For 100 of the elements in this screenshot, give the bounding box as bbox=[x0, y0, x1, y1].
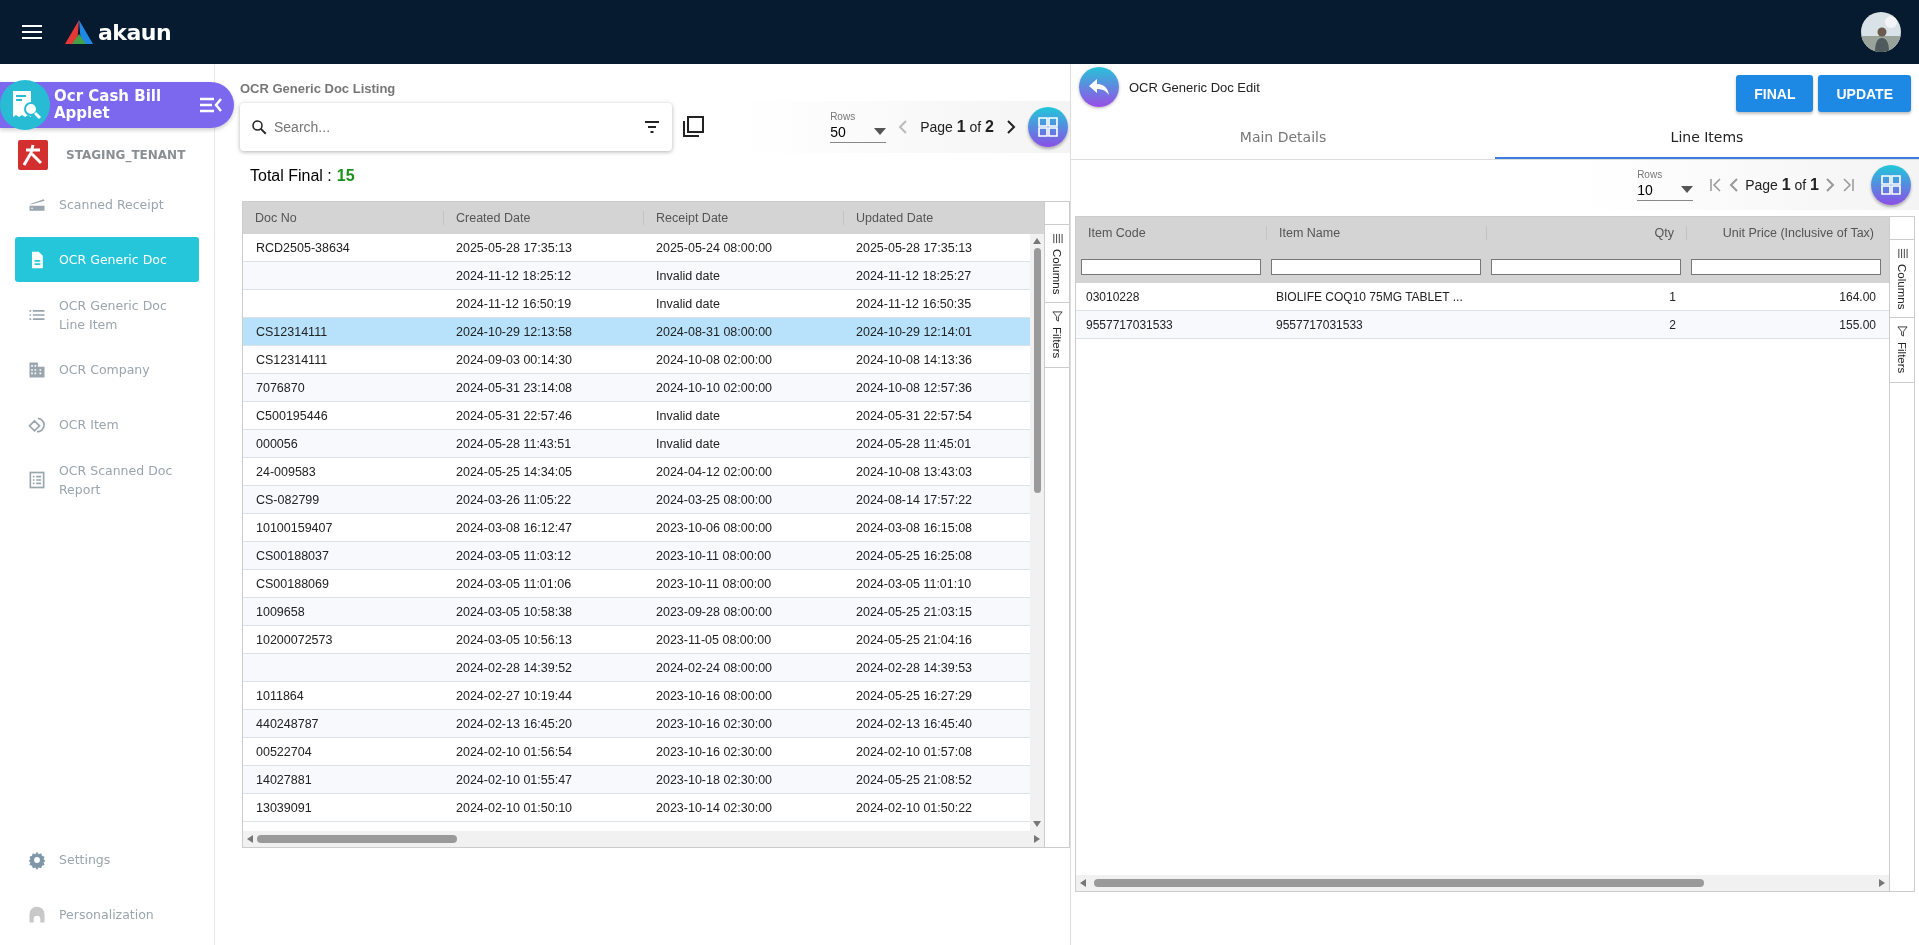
stacked-pages-icon[interactable] bbox=[682, 116, 704, 138]
table-row[interactable]: 1009658 2024-03-05 10:58:38 2023-09-28 08:00:00 2024-05-25 21:03:15 bbox=[243, 598, 1030, 626]
filter-icon bbox=[1896, 326, 1908, 338]
table-cell-text: 2024-03-26 11:05:22 bbox=[455, 492, 573, 507]
scroll-left-icon[interactable] bbox=[247, 835, 253, 843]
scroll-right-icon[interactable] bbox=[1034, 835, 1040, 843]
table-cell-text: 2024-05-25 21:04:16 bbox=[855, 632, 974, 647]
horizontal-scrollbar[interactable] bbox=[243, 831, 1044, 847]
columns-icon bbox=[1896, 248, 1908, 259]
table-cell-text: 2025-05-24 08:00:00 bbox=[655, 240, 774, 255]
column-header[interactable]: Created Date bbox=[443, 211, 643, 225]
table-cell-text: 7076870 bbox=[255, 380, 306, 395]
column-filter-field[interactable] bbox=[1271, 258, 1481, 275]
app-title: Ocr Cash Bill Applet bbox=[54, 88, 163, 122]
table-cell-text: 2023-10-16 02:30:00 bbox=[655, 716, 774, 731]
table-cell-text: 2024-11-12 16:50:19 bbox=[455, 296, 573, 311]
table-cell-text: 9557717031533 bbox=[1085, 317, 1174, 332]
column-header[interactable]: Qty bbox=[1486, 226, 1686, 240]
table-cell-text: 2024-03-08 16:15:08 bbox=[855, 520, 974, 535]
vertical-scrollbar[interactable] bbox=[1030, 234, 1044, 831]
table-row[interactable]: 2024-11-12 18:25:12 Invalid date 2024-11-12 18:25:27 bbox=[243, 262, 1030, 290]
table-row[interactable]: 000056 2024-05-28 11:43:51 Invalid date 2024-05-28 11:45:01 bbox=[243, 430, 1030, 458]
table-cell-text: 2024-05-31 23:14:08 bbox=[455, 380, 574, 395]
columns-icon bbox=[1051, 233, 1063, 244]
table-cell-text: 2023-09-28 08:00:00 bbox=[655, 604, 774, 619]
search-icon bbox=[250, 118, 268, 136]
table-row[interactable]: CS-082799 2024-03-26 11:05:22 2024-03-25 08:00:00 2024-08-14 17:57:22 bbox=[243, 486, 1030, 514]
table-cell-text: 2024-10-08 14:13:36 bbox=[855, 352, 974, 367]
grid-icon bbox=[1879, 173, 1903, 197]
table-cell-text: 2024-11-12 18:25:12 bbox=[455, 268, 573, 283]
table-row[interactable]: 14027881 2024-02-10 01:55:47 2023-10-18 02:30:00 2024-05-25 21:08:52 bbox=[243, 766, 1030, 794]
search-field[interactable]: Search... bbox=[272, 118, 640, 136]
column-filter-field[interactable] bbox=[1491, 258, 1681, 275]
first-page-icon[interactable] bbox=[1709, 177, 1724, 193]
rows-select[interactable]: 50 bbox=[830, 122, 887, 143]
tab[interactable]: Main Details bbox=[1071, 117, 1495, 159]
table-cell-text: 24-009583 bbox=[255, 464, 317, 479]
table-cell-text: CS12314111 bbox=[255, 324, 329, 339]
tenant-logo-icon bbox=[18, 140, 48, 170]
last-page-icon[interactable] bbox=[1841, 177, 1855, 193]
column-header[interactable]: Updated Date bbox=[843, 211, 1043, 225]
table-row[interactable]: CS12314111 2024-10-29 12:13:58 2024-08-31 08:00:00 2024-10-29 12:14:01 bbox=[243, 318, 1030, 346]
table-cell-text: 2024-03-05 11:01:10 bbox=[855, 576, 973, 591]
column-filter-field[interactable] bbox=[1691, 258, 1881, 275]
scroll-up-icon[interactable] bbox=[1033, 238, 1041, 244]
table-cell-text: 13039091 bbox=[255, 800, 313, 815]
grid-icon bbox=[1036, 115, 1060, 139]
table-cell-text: 2024-02-10 01:55:47 bbox=[455, 772, 574, 787]
scrollbar-thumb[interactable] bbox=[257, 835, 457, 843]
table-row[interactable]: 440248787 2024-02-13 16:45:20 2023-10-16 02:30:00 2024-02-13 16:45:40 bbox=[243, 710, 1030, 738]
table-cell-text: 00522704 bbox=[255, 744, 313, 759]
table-cell-text: 2023-10-16 08:00:00 bbox=[655, 688, 774, 703]
scrollbar-thumb[interactable] bbox=[1033, 248, 1041, 493]
table-cell-text: Invalid date bbox=[655, 296, 721, 311]
menu-icon[interactable] bbox=[22, 24, 42, 40]
action-button[interactable]: FINAL bbox=[1736, 75, 1814, 112]
table-cell-text: 2024-03-25 08:00:00 bbox=[655, 492, 774, 507]
table-cell-text: Invalid date bbox=[655, 436, 721, 451]
table-cell-text: 2024-10-08 02:00:00 bbox=[655, 352, 774, 367]
scroll-right-icon[interactable] bbox=[1879, 879, 1885, 887]
table-cell-text: 2024-11-12 18:25:27 bbox=[855, 268, 973, 283]
table-cell-text: 2023-10-11 08:00:00 bbox=[655, 548, 773, 563]
table-cell-text: 2024-02-13 16:45:20 bbox=[455, 716, 574, 731]
column-filter-field[interactable] bbox=[1081, 258, 1261, 275]
scroll-left-icon[interactable] bbox=[1080, 879, 1086, 887]
scroll-down-icon[interactable] bbox=[1033, 821, 1041, 827]
table-cell-text: 2025-05-28 17:35:13 bbox=[455, 240, 574, 255]
action-button[interactable]: UPDATE bbox=[1818, 75, 1911, 112]
rows-select[interactable]: 10 bbox=[1637, 180, 1694, 201]
table-row[interactable]: 2024-02-28 14:39:52 2024-02-24 08:00:00 2024-02-28 14:39:53 bbox=[243, 654, 1030, 682]
grid-view-button[interactable] bbox=[1871, 165, 1911, 205]
grid-view-button[interactable] bbox=[1028, 107, 1068, 147]
report-icon bbox=[27, 469, 47, 490]
column-header[interactable]: Item Code bbox=[1076, 226, 1266, 240]
filter-icon[interactable] bbox=[644, 121, 660, 133]
column-header[interactable]: Receipt Date bbox=[643, 211, 843, 225]
table-cell-text: 2024-02-13 16:45:40 bbox=[855, 716, 974, 731]
table-cell-text: 2024-02-28 14:39:52 bbox=[455, 660, 574, 675]
table-cell-text: 2024-03-05 10:56:13 bbox=[455, 632, 574, 647]
table-cell-text: CS00188069 bbox=[255, 576, 330, 591]
column-header[interactable]: Doc No bbox=[243, 211, 443, 225]
panel-title: OCR Generic Doc Edit bbox=[1129, 80, 1260, 95]
chevron-right-icon[interactable] bbox=[1006, 119, 1016, 135]
table-row[interactable]: 7076870 2024-05-31 23:14:08 2024-10-10 02:00:00 2024-10-08 12:57:36 bbox=[243, 374, 1030, 402]
table-cell-text: 2024-09-03 00:14:30 bbox=[455, 352, 574, 367]
table-cell-text: 2024-05-25 14:34:05 bbox=[455, 464, 574, 479]
table-cell-text: 2024-10-29 12:14:01 bbox=[855, 324, 974, 339]
table-row[interactable]: CS00188037 2024-03-05 11:03:12 2023-10-11 08:00:00 2024-05-25 16:25:08 bbox=[243, 542, 1030, 570]
total-value: 15 bbox=[336, 167, 355, 186]
column-header[interactable]: Item Name bbox=[1266, 226, 1486, 240]
horizontal-scrollbar[interactable] bbox=[1076, 875, 1889, 891]
table-cell-text: 2023-10-18 02:30:00 bbox=[655, 772, 774, 787]
back-button[interactable] bbox=[1079, 67, 1119, 107]
table-cell-text: 2023-10-11 08:00:00 bbox=[655, 576, 773, 591]
table-cell-text: 2024-03-08 16:12:47 bbox=[455, 520, 574, 535]
scrollbar-thumb[interactable] bbox=[1094, 879, 1704, 887]
collapse-menu-icon[interactable] bbox=[200, 97, 222, 113]
table-cell-text: 2024-05-25 16:25:08 bbox=[855, 548, 974, 563]
column-header[interactable]: Unit Price (Inclusive of Tax) bbox=[1686, 226, 1886, 240]
chevron-left-icon[interactable] bbox=[1729, 177, 1740, 193]
